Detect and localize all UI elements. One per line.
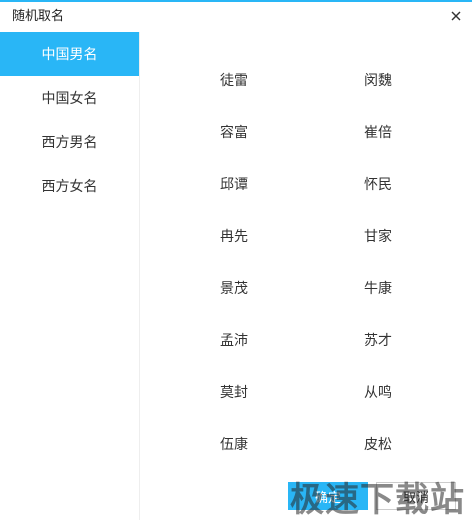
name-item[interactable]: 孟沛 (194, 329, 274, 353)
name-item[interactable]: 牛康 (338, 277, 418, 301)
close-icon (451, 11, 461, 21)
sidebar-item-label: 中国女名 (41, 91, 98, 107)
cancel-button[interactable]: 取消 (376, 482, 456, 510)
name-row: 孟沛 苏才 (140, 329, 472, 353)
name-item[interactable]: 怀民 (338, 173, 418, 197)
name-item[interactable]: 闵魏 (338, 69, 418, 93)
name-row: 伍康 皮松 (140, 433, 472, 457)
name-item[interactable]: 景茂 (194, 277, 274, 301)
dialog-footer: 确定 取消 (140, 472, 472, 520)
sidebar-item-western-female[interactable]: 西方女名 (0, 164, 139, 208)
ok-button[interactable]: 确定 (288, 482, 368, 510)
sidebar-item-label: 中国男名 (41, 47, 98, 63)
name-item[interactable]: 伍康 (194, 433, 274, 457)
close-button[interactable] (446, 6, 466, 26)
name-item[interactable]: 从鸣 (338, 381, 418, 405)
name-item[interactable]: 冉先 (194, 225, 274, 249)
name-item[interactable]: 容富 (194, 121, 274, 145)
sidebar-item-chinese-female[interactable]: 中国女名 (0, 76, 139, 120)
name-item[interactable]: 邱谭 (194, 173, 274, 197)
name-grid: 徒雷 闵魏 容富 崔倍 邱谭 怀民 冉先 甘家 景茂 牛康 孟沛 苏才 莫封 从… (140, 32, 472, 472)
sidebar-item-label: 西方女名 (41, 179, 98, 195)
name-item[interactable]: 苏才 (338, 329, 418, 353)
name-item[interactable]: 皮松 (338, 433, 418, 457)
title-bar: 随机取名 (0, 2, 472, 32)
sidebar-item-western-male[interactable]: 西方男名 (0, 120, 139, 164)
name-row: 莫封 从鸣 (140, 381, 472, 405)
name-item[interactable]: 甘家 (338, 225, 418, 249)
name-row: 邱谭 怀民 (140, 173, 472, 197)
sidebar-item-label: 西方男名 (41, 135, 98, 151)
dialog-title: 随机取名 (12, 9, 65, 24)
name-row: 景茂 牛康 (140, 277, 472, 301)
sidebar-item-chinese-male[interactable]: 中国男名 (0, 32, 139, 76)
name-row: 容富 崔倍 (140, 121, 472, 145)
random-name-dialog: 随机取名 中国男名 中国女名 西方男名 西方女名 徒雷 闵魏 容富 崔倍 邱谭 … (0, 0, 472, 520)
name-item[interactable]: 莫封 (194, 381, 274, 405)
name-row: 徒雷 闵魏 (140, 69, 472, 93)
name-item[interactable]: 崔倍 (338, 121, 418, 145)
name-item[interactable]: 徒雷 (194, 69, 274, 93)
category-sidebar: 中国男名 中国女名 西方男名 西方女名 (0, 32, 140, 520)
name-row: 冉先 甘家 (140, 225, 472, 249)
